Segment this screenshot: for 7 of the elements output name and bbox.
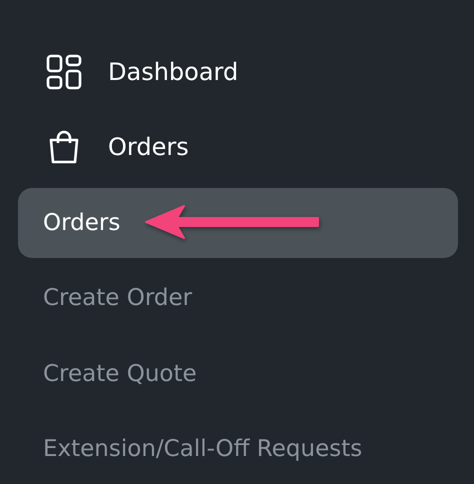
nav-item[interactable]: Dashboard [18, 37, 458, 106]
subnav-item[interactable]: Extension/Call-Off Requests [18, 414, 458, 484]
nav-item[interactable]: Orders [18, 112, 458, 182]
subnav-item[interactable]: Create Quote [18, 339, 458, 408]
subnav-item[interactable]: Orders [18, 188, 458, 258]
dashboard-icon [46, 54, 82, 90]
subnav-item[interactable]: Create Order [18, 264, 458, 333]
